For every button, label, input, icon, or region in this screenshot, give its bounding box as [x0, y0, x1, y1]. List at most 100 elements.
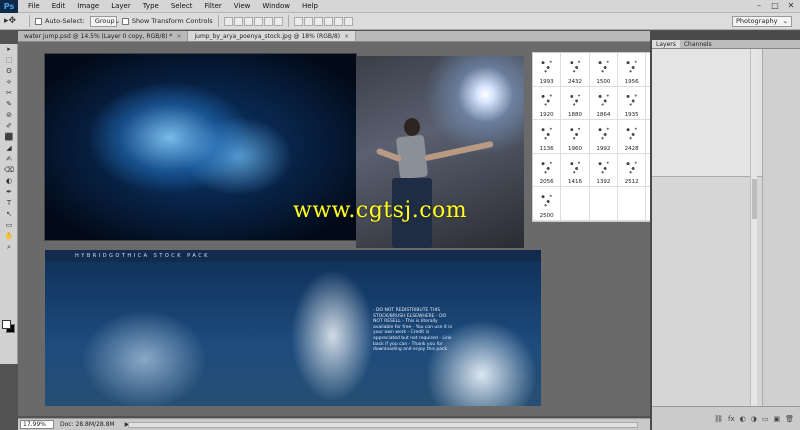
eraser-tool-icon[interactable]: ⌫ [0, 165, 18, 176]
pen-tool-icon[interactable]: ✒ [0, 187, 18, 198]
align-bottom-icon[interactable] [243, 16, 253, 26]
dancer-head [404, 118, 420, 136]
brush-preset-cell: 1920 [533, 86, 562, 121]
brush-tool-icon[interactable]: ✐ [0, 121, 18, 132]
close-icon[interactable]: × [176, 31, 181, 41]
layers-scrollbar[interactable] [750, 49, 757, 406]
brush-preset-cell: 1500 [589, 53, 618, 87]
move-tool-preset-icon[interactable]: ▸✥ [4, 15, 24, 27]
brush-preset-cell [589, 187, 618, 221]
tools-panel: ▸ ⬚ ʘ ⟡ ✂ ✎ ⊘ ✐ ⬛ ◢ ✍ ⌫ ◐ ✒ T ↖ ▭ ✋ ⌕ [0, 44, 18, 364]
menu-type[interactable]: Type [137, 0, 165, 13]
quick-select-tool-icon[interactable]: ⟡ [0, 77, 18, 88]
workspace-switcher[interactable]: Photography ⌄ [732, 16, 792, 27]
foreground-color-swatch[interactable] [2, 320, 11, 329]
maximize-button[interactable]: □ [768, 1, 782, 11]
menu-bar: Ps File Edit Image Layer Type Select Fil… [0, 0, 800, 13]
menu-window[interactable]: Window [256, 0, 296, 13]
distribute-bottom-icon[interactable] [313, 16, 323, 26]
show-transform-option[interactable]: Show Transform Controls [121, 17, 213, 25]
auto-select-dropdown[interactable]: Group ⌄ [89, 15, 121, 27]
horizontal-scrollbar[interactable] [128, 422, 638, 428]
adjustment-layer-icon[interactable]: ◑ [751, 415, 757, 423]
layers-panel-tabs: Layers Channels [652, 40, 800, 49]
trash-icon[interactable]: 🗑 [785, 415, 794, 423]
brush-preset-cell: 1416 [561, 153, 590, 188]
doc-size-info: Doc: 28.8M/28.8M [60, 421, 115, 428]
layer-style-icon[interactable]: fx [728, 415, 735, 423]
brush-grid: 1993243215001956197419361920188018641935… [533, 53, 650, 221]
brush-preset-cell [618, 187, 647, 221]
brush-size-label: 1992 [596, 145, 611, 152]
distribute-left-icon[interactable] [323, 16, 333, 26]
align-middle-icon[interactable] [233, 16, 243, 26]
menu-select[interactable]: Select [165, 0, 199, 13]
shape-tool-icon[interactable]: ▭ [0, 220, 18, 231]
auto-select-option[interactable]: Auto-Select: [35, 17, 85, 25]
brush-tip-preview-icon [595, 124, 612, 143]
close-button[interactable]: ✕ [784, 1, 798, 11]
move-tool-icon[interactable]: ▸ [0, 44, 18, 55]
lasso-tool-icon[interactable]: ʘ [0, 66, 18, 77]
brush-preset-cell: 1392 [589, 153, 618, 188]
menu-view[interactable]: View [228, 0, 257, 13]
type-tool-icon[interactable]: T [0, 198, 18, 209]
distribute-center-icon[interactable] [333, 16, 343, 26]
collapsed-panels-column [762, 49, 800, 406]
canvas-area[interactable]: 1993243215001956197419361920188018641935… [18, 42, 650, 416]
brush-tip-preview-icon [538, 56, 555, 76]
scrollbar-thumb[interactable] [752, 179, 757, 219]
smudge-tool-icon[interactable]: ✍ [0, 154, 18, 165]
align-center-icon[interactable] [263, 16, 273, 26]
link-layers-icon[interactable]: ⛓ [714, 415, 723, 423]
divider [217, 15, 219, 27]
align-left-icon[interactable] [253, 16, 263, 26]
tab-layers[interactable]: Layers [652, 40, 680, 48]
auto-select-checkbox[interactable] [35, 17, 42, 25]
zoom-tool-icon[interactable]: ⌕ [0, 242, 18, 253]
close-icon[interactable]: × [344, 31, 349, 41]
tab-channels[interactable]: Channels [680, 40, 716, 48]
menu-help[interactable]: Help [296, 0, 324, 13]
brush-size-label: 1956 [624, 78, 639, 85]
history-brush-tool-icon[interactable]: ◢ [0, 143, 18, 154]
show-transform-checkbox[interactable] [121, 17, 129, 25]
doc-tab-water-jump[interactable]: water jump.psd @ 14.5% (Layer 0 copy, RG… [18, 31, 189, 41]
brush-preset-cell: 1935 [618, 86, 647, 121]
doc-tab-jump-stock[interactable]: jump_by_arya_poenya_stock.jpg @ 18% (RGB… [188, 31, 357, 41]
brush-preset-cell: 1960 [561, 120, 590, 154]
hand-tool-icon[interactable]: ✋ [0, 231, 18, 242]
align-right-icon[interactable] [273, 16, 283, 26]
brush-size-label: 2056 [539, 179, 554, 186]
minimize-button[interactable]: – [752, 1, 766, 11]
chevron-down-icon: ⌄ [782, 17, 788, 25]
new-layer-icon[interactable]: ▣ [773, 415, 780, 423]
new-group-icon[interactable]: ▭ [762, 415, 769, 423]
brush-size-label: 2500 [539, 212, 554, 219]
menu-file[interactable]: File [22, 0, 46, 13]
crop-tool-icon[interactable]: ✂ [0, 88, 18, 99]
distribute-right-icon[interactable] [343, 16, 353, 26]
align-icons [223, 16, 283, 26]
menu-layer[interactable]: Layer [105, 0, 137, 13]
status-bar: 17.99% Doc: 28.8M/28.8M ▶ [18, 418, 650, 430]
chevron-down-icon: ⌄ [114, 16, 121, 25]
path-select-tool-icon[interactable]: ↖ [0, 209, 18, 220]
distribute-top-icon[interactable] [293, 16, 303, 26]
brush-size-label: 1864 [596, 112, 611, 119]
add-mask-icon[interactable]: ◐ [740, 415, 746, 423]
healing-tool-icon[interactable]: ⊘ [0, 110, 18, 121]
distribute-middle-icon[interactable] [303, 16, 313, 26]
menu-filter[interactable]: Filter [198, 0, 227, 13]
menu-image[interactable]: Image [71, 0, 105, 13]
zoom-field[interactable]: 17.99% [20, 420, 54, 429]
brush-size-label: 1993 [539, 78, 554, 85]
brush-size-label: 1960 [567, 145, 582, 152]
dodge-tool-icon[interactable]: ◐ [0, 176, 18, 187]
document-tabs: water jump.psd @ 14.5% (Layer 0 copy, RG… [18, 31, 650, 42]
menu-edit[interactable]: Edit [46, 0, 72, 13]
eyedropper-tool-icon[interactable]: ✎ [0, 99, 18, 110]
align-top-icon[interactable] [223, 16, 233, 26]
marquee-tool-icon[interactable]: ⬚ [0, 55, 18, 66]
clone-stamp-tool-icon[interactable]: ⬛ [0, 132, 18, 143]
